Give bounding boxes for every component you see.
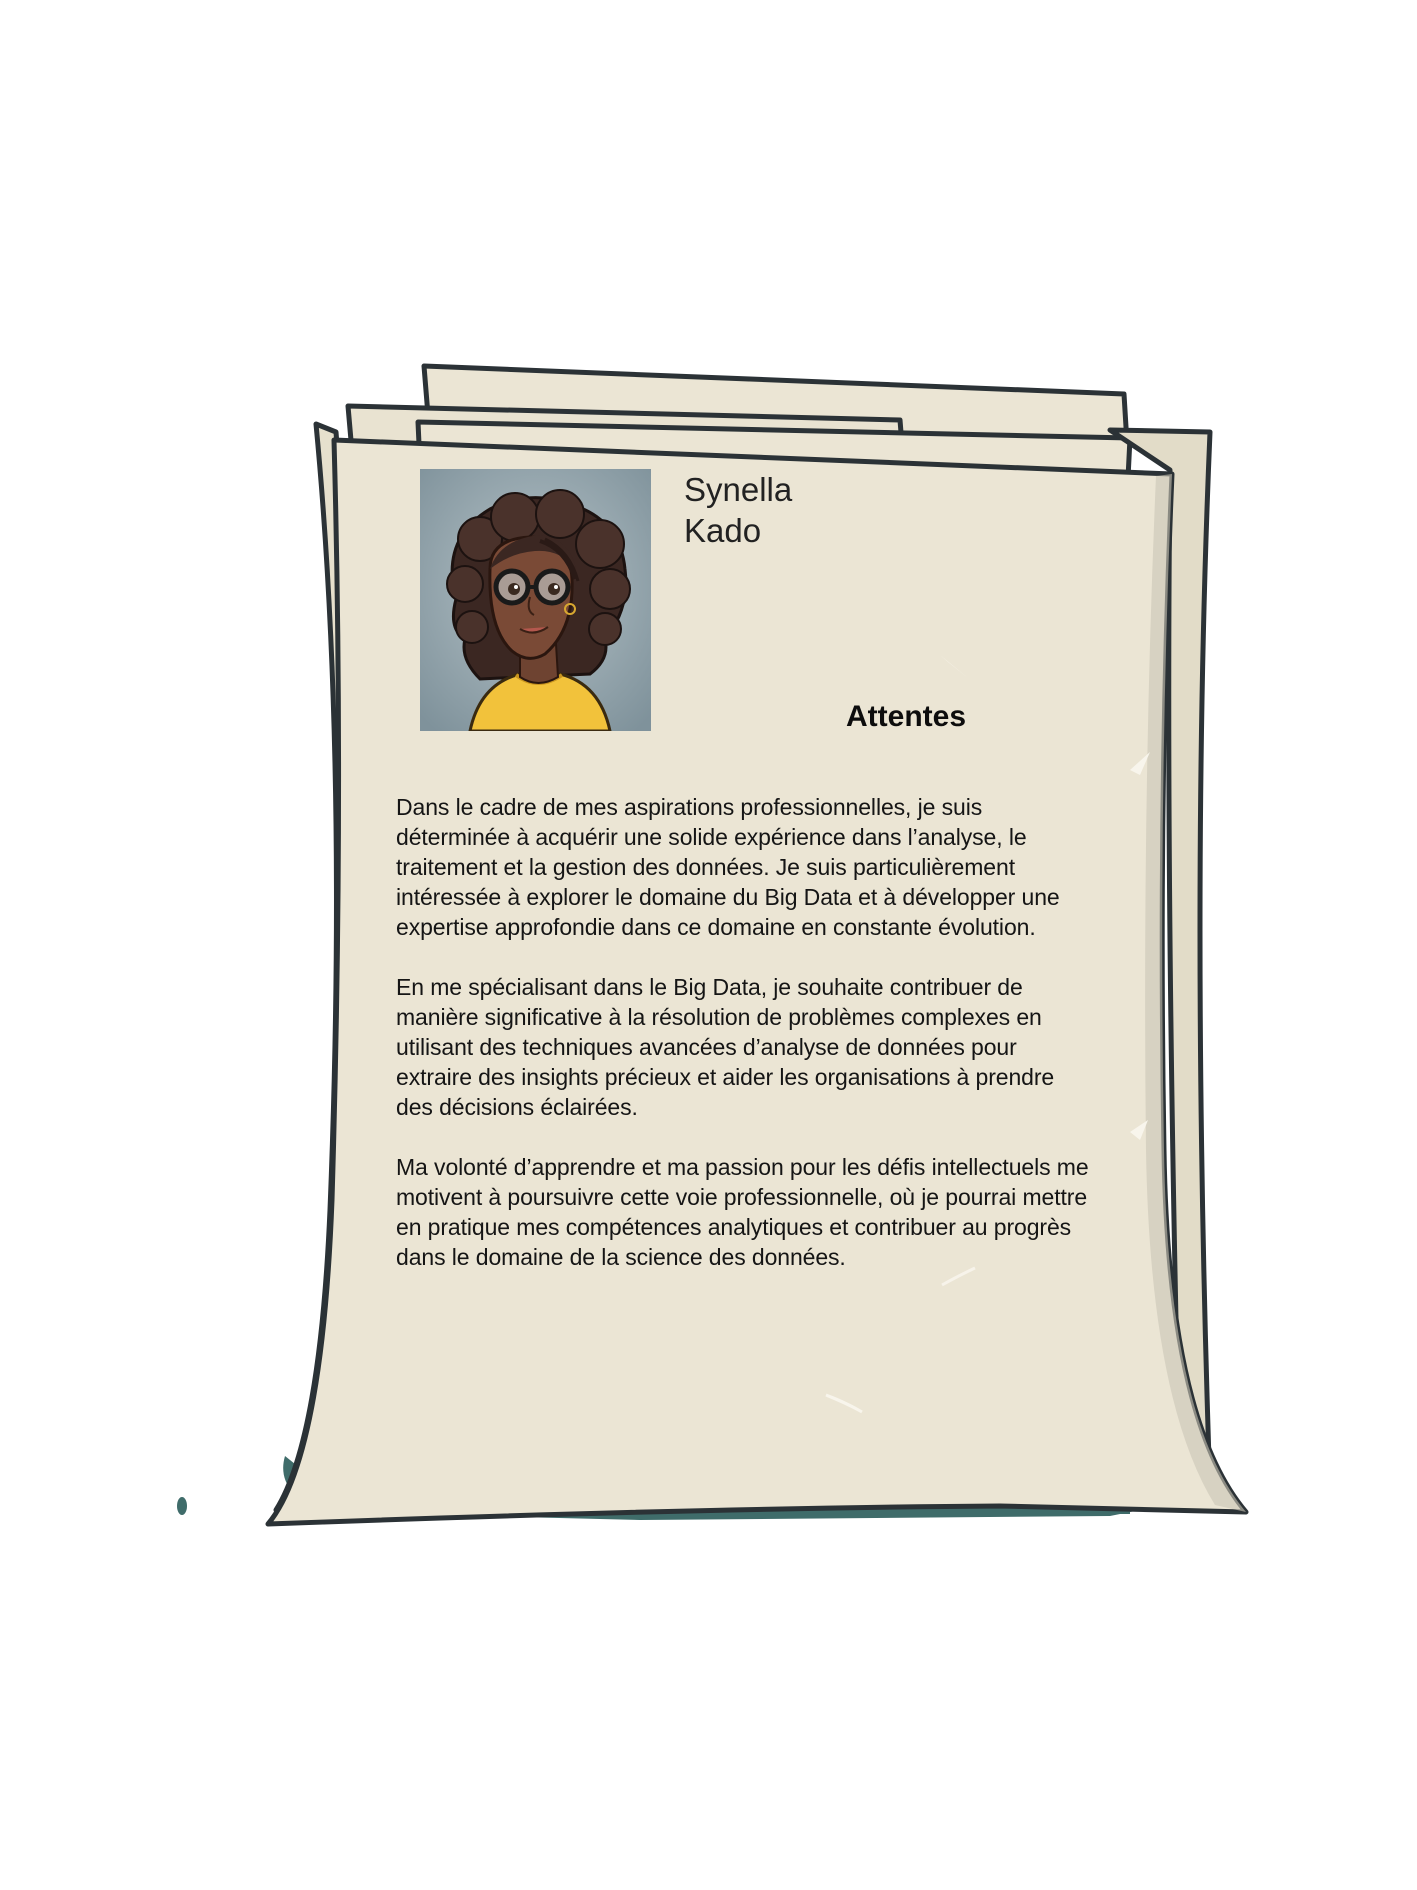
paragraph: En me spécialisant dans le Big Data, je … <box>396 974 1055 1120</box>
section-heading: Attentes <box>846 700 967 733</box>
ground-shadow-dot <box>177 1497 187 1515</box>
first-name: Synella <box>684 471 793 508</box>
expectations-text: Dans le cadre de mes aspirations profess… <box>396 792 1096 1302</box>
profile-portrait <box>420 469 651 731</box>
person-name: Synella Kado <box>684 469 792 551</box>
paragraph: Dans le cadre de mes aspirations profess… <box>396 794 1060 940</box>
paragraph: Ma volonté d’apprendre et ma passion pou… <box>396 1154 1089 1270</box>
last-name: Kado <box>684 512 762 549</box>
cartoon-woman-avatar-icon <box>420 469 651 731</box>
